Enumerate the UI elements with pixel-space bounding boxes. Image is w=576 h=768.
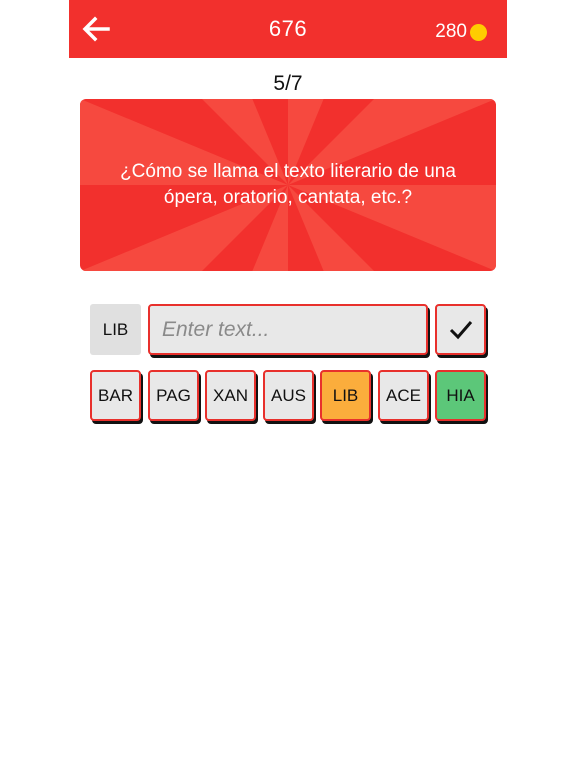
answer-input[interactable] (148, 304, 428, 355)
top-bar: 676 280 (69, 0, 507, 58)
option-tile-pag[interactable]: PAG (148, 370, 199, 421)
answer-prefix: LIB (90, 304, 141, 355)
question-text: ¿Cómo se llama el texto literario de una… (120, 161, 456, 208)
question-card: ¿Cómo se llama el texto literario de una… (80, 99, 496, 271)
answer-row: LIB (90, 304, 488, 358)
question-progress: 5/7 (273, 72, 303, 95)
checkmark-icon (449, 320, 472, 339)
app-screen: 676 280 5/7 ¿Cómo se llama el texto lite… (69, 0, 507, 768)
option-tile-xan[interactable]: XAN (205, 370, 256, 421)
option-tiles: BAR PAG XAN AUS LIB ACE HIA (90, 370, 490, 424)
coin-count: 280 (435, 21, 467, 42)
option-tile-hia[interactable]: HIA (435, 370, 486, 421)
coin-icon (470, 23, 487, 41)
option-tile-ace[interactable]: ACE (378, 370, 429, 421)
option-tile-lib[interactable]: LIB (320, 370, 371, 421)
option-tile-aus[interactable]: AUS (263, 370, 314, 421)
option-tile-bar[interactable]: BAR (90, 370, 141, 421)
coin-balance: 280 (435, 21, 487, 43)
submit-button[interactable] (435, 304, 486, 355)
